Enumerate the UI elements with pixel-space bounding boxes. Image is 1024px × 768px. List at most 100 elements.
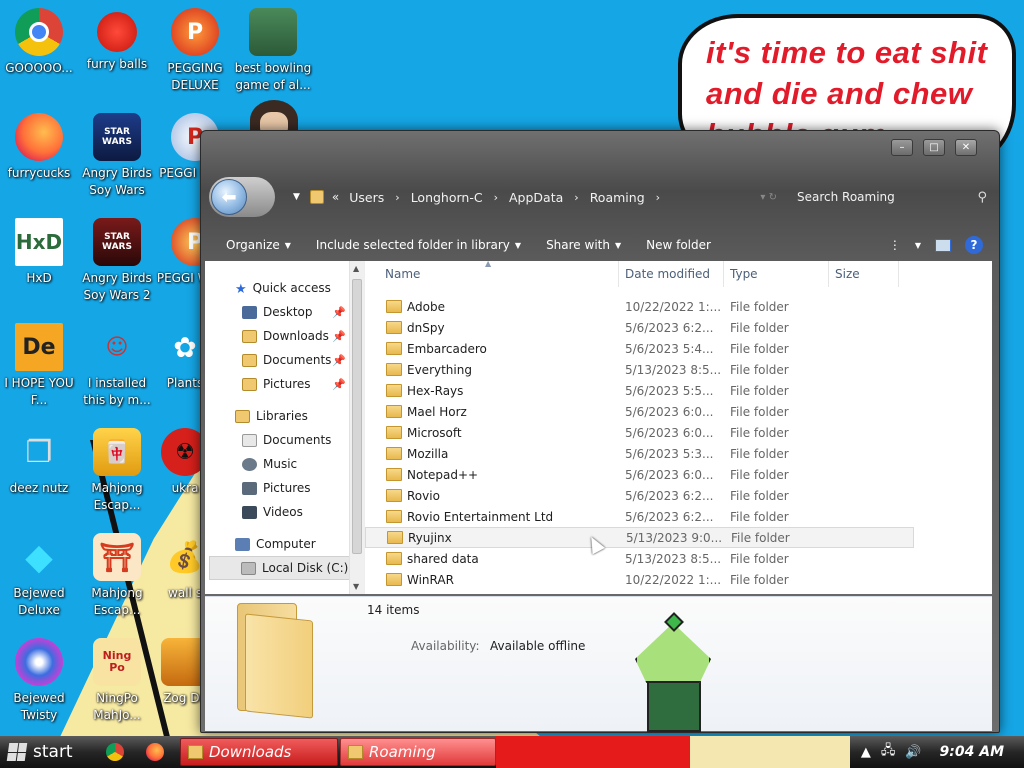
file-row[interactable]: Ryujinx 5/13/2023 9:0... File folder [365,527,914,548]
nav-lib-documents[interactable]: Documents [205,428,364,452]
nav-lib-videos[interactable]: Videos [205,500,364,524]
scroll-down-icon[interactable]: ▼ [353,582,359,591]
close-button[interactable]: ✕ [955,139,977,156]
include-in-library-button[interactable]: Include selected folder in library ▼ [316,238,521,252]
file-row[interactable]: Everything 5/13/2023 8:5... File folder [365,359,914,380]
file-name: Rovio [407,488,440,503]
nav-lib-music[interactable]: Music [205,452,364,476]
music-library-icon [242,457,257,471]
file-name: shared data [407,551,479,566]
start-button[interactable]: start [0,736,92,768]
explorer-window[interactable]: – □ ✕ ⬅ ▼ « Users › Longhorn-C › AppData… [200,130,1000,733]
desktop-icon-deez-nutz[interactable]: ❐ deez nutz [0,428,78,497]
file-row[interactable]: Rovio Entertainment Ltd 5/6/2023 6:2... Fi… [365,506,914,527]
refresh-icon[interactable]: ▾ ↻ [760,192,777,203]
column-name[interactable]: Name [365,261,619,287]
column-type[interactable]: Type [724,261,829,287]
nav-local-disk[interactable]: Local Disk (C:) [209,556,350,580]
firefox-icon[interactable] [146,743,164,761]
file-row[interactable]: Mael Horz 5/6/2023 6:0... File folder [365,401,914,422]
taskbar-button-roaming[interactable]: Roaming [340,738,496,766]
file-row[interactable]: Embarcadero 5/6/2023 5:4... File folder [365,338,914,359]
desktop-icon-mahjong-2[interactable]: ⛩ Mahjong Escap... [78,533,156,619]
taskbar-wallpaper-strip [690,736,850,768]
ningpo-icon: Ning Po [93,638,141,686]
chevron-right-icon[interactable]: › [395,191,399,204]
clock[interactable]: 9:04 AM [940,744,1004,760]
file-row[interactable]: Mozilla 5/6/2023 5:3... File folder [365,443,914,464]
taskbar-button-downloads[interactable]: Downloads [180,738,338,766]
file-row[interactable]: WinRAR 10/22/2022 1:... File folder [365,569,914,590]
maximize-button[interactable]: □ [923,139,945,156]
view-options-icon[interactable]: ⋮ [889,238,901,252]
preview-pane-icon[interactable] [935,238,951,252]
file-row[interactable]: Adobe 10/22/2022 1:... File folder [365,296,914,317]
column-date-modified[interactable]: Date modified [619,261,724,287]
file-row[interactable]: dnSpy 5/6/2023 6:2... File folder [365,317,914,338]
nav-quick-access[interactable]: ★ Quick access [205,276,364,300]
nav-scrollbar[interactable]: ▲ ▼ [349,261,364,594]
desktop-icon-bejeweled-twisty[interactable]: Bejewed Twisty [0,638,78,724]
desktop-icon-bowling[interactable]: best bowling game of al... [234,8,312,94]
item-count: 14 items [367,603,420,617]
breadcrumb-overflow[interactable]: « [332,190,339,204]
file-row[interactable]: Rovio 5/6/2023 6:2... File folder [365,485,914,506]
desktop-icon-chrome[interactable]: GOOOOO... [0,8,78,77]
desktop-icon-hxd[interactable]: HxD HxD [0,218,78,287]
chevron-right-icon[interactable]: › [656,191,660,204]
desktop-icon-pegging-deluxe[interactable]: P PEGGING DELUXE [156,8,234,94]
breadcrumb-item[interactable]: AppData [509,190,563,205]
back-button[interactable]: ⬅ [209,177,275,217]
desktop-icon-i-hope[interactable]: De I HOPE YOU F... [0,323,78,409]
volume-icon[interactable]: 🔊 [905,745,921,760]
nav-libraries[interactable]: Libraries [205,404,364,428]
desktop-icon-mahjong[interactable]: 🀄 Mahjong Escap... [78,428,156,514]
file-row[interactable]: Hex-Rays 5/6/2023 5:5... File folder [365,380,914,401]
chevron-right-icon[interactable]: › [494,191,498,204]
search-input[interactable]: Search Roaming ⚲ [791,184,987,210]
availability-value: Available offline [490,639,586,653]
breadcrumb-item[interactable]: Users [349,190,384,205]
desktop-icon-ningpo[interactable]: Ning Po NingPo MahJo... [78,638,156,724]
file-row[interactable]: Notepad++ 5/6/2023 6:0... File folder [365,464,914,485]
share-with-button[interactable]: Share with ▼ [546,238,621,252]
folder-icon [386,300,402,313]
nav-lib-pictures[interactable]: Pictures [205,476,364,500]
scroll-thumb[interactable] [352,279,362,554]
column-size[interactable]: Size [829,261,899,287]
breadcrumb-item[interactable]: Roaming [590,190,645,205]
desktop-icon-bejeweled-deluxe[interactable]: ◆ Bejewed Deluxe [0,533,78,619]
file-list: ▲ Name Date modified Type Size Adobe 10/2… [365,259,992,594]
desktop-icon-furry-balls[interactable]: furry balls [78,8,156,73]
file-row[interactable]: shared data 5/13/2023 8:5... File folder [365,548,914,569]
folder-icon [309,190,324,204]
nav-downloads[interactable]: Downloads 📌 [205,324,364,348]
organize-button[interactable]: Organize ▼ [226,238,291,252]
documents-library-icon [242,433,257,447]
network-icon[interactable]: 🖧 [881,741,896,763]
search-icon[interactable]: ⚲ [977,190,987,205]
desktop-icon-firefox[interactable]: furrycucks [0,113,78,182]
nav-desktop[interactable]: Desktop 📌 [205,300,364,324]
chrome-icon[interactable] [106,743,124,761]
minimize-button[interactable]: – [891,139,913,156]
file-row[interactable]: Microsoft 5/6/2023 6:0... File folder [365,422,914,443]
file-name-cell: Notepad++ [365,468,619,482]
desktop-icon-angry-birds[interactable]: STAR WARS Angry Birds Soy Wars [78,113,156,199]
file-name: Microsoft [407,425,462,440]
chevron-right-icon[interactable]: › [574,191,578,204]
recent-pages-chevron-icon[interactable]: ▼ [293,192,300,202]
nav-computer[interactable]: Computer [205,532,364,556]
desktop-icon-angry-birds-2[interactable]: STAR WARS Angry Birds Soy Wars 2 [78,218,156,304]
breadcrumb-item[interactable]: Longhorn-C [411,190,483,205]
chevron-down-icon[interactable]: ▼ [915,241,921,250]
desktop-icon-installed[interactable]: ☺ I installed this by m... [78,323,156,409]
breadcrumb[interactable]: « Users › Longhorn-C › AppData › Roaming… [309,190,671,205]
show-hidden-icons-icon[interactable]: ▲ [861,745,871,760]
new-folder-button[interactable]: New folder [646,238,711,252]
nav-pictures[interactable]: Pictures 📌 [205,372,364,396]
nav-documents[interactable]: Documents 📌 [205,348,364,372]
help-icon[interactable]: ? [965,236,983,254]
file-type: File folder [730,425,789,440]
scroll-up-icon[interactable]: ▲ [353,264,359,273]
